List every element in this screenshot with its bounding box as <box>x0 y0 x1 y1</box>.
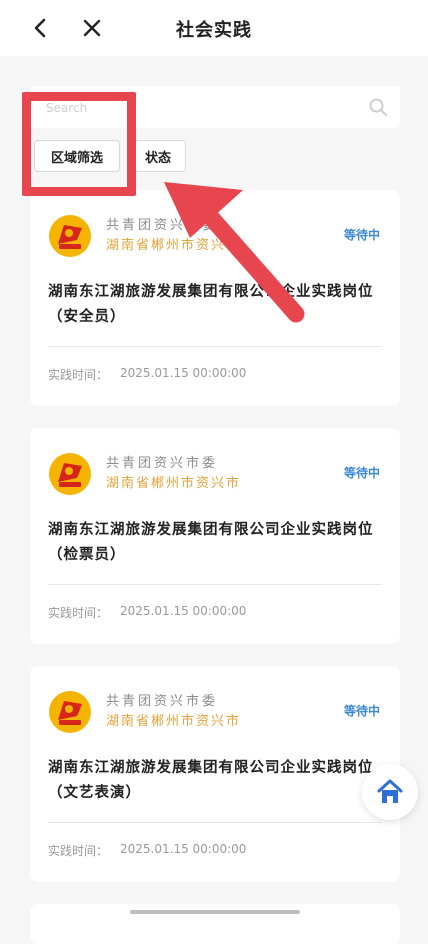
home-button[interactable] <box>362 764 418 820</box>
annotation-arrow-icon <box>164 182 305 323</box>
home-icon <box>377 779 403 803</box>
home-indicator <box>130 910 300 914</box>
